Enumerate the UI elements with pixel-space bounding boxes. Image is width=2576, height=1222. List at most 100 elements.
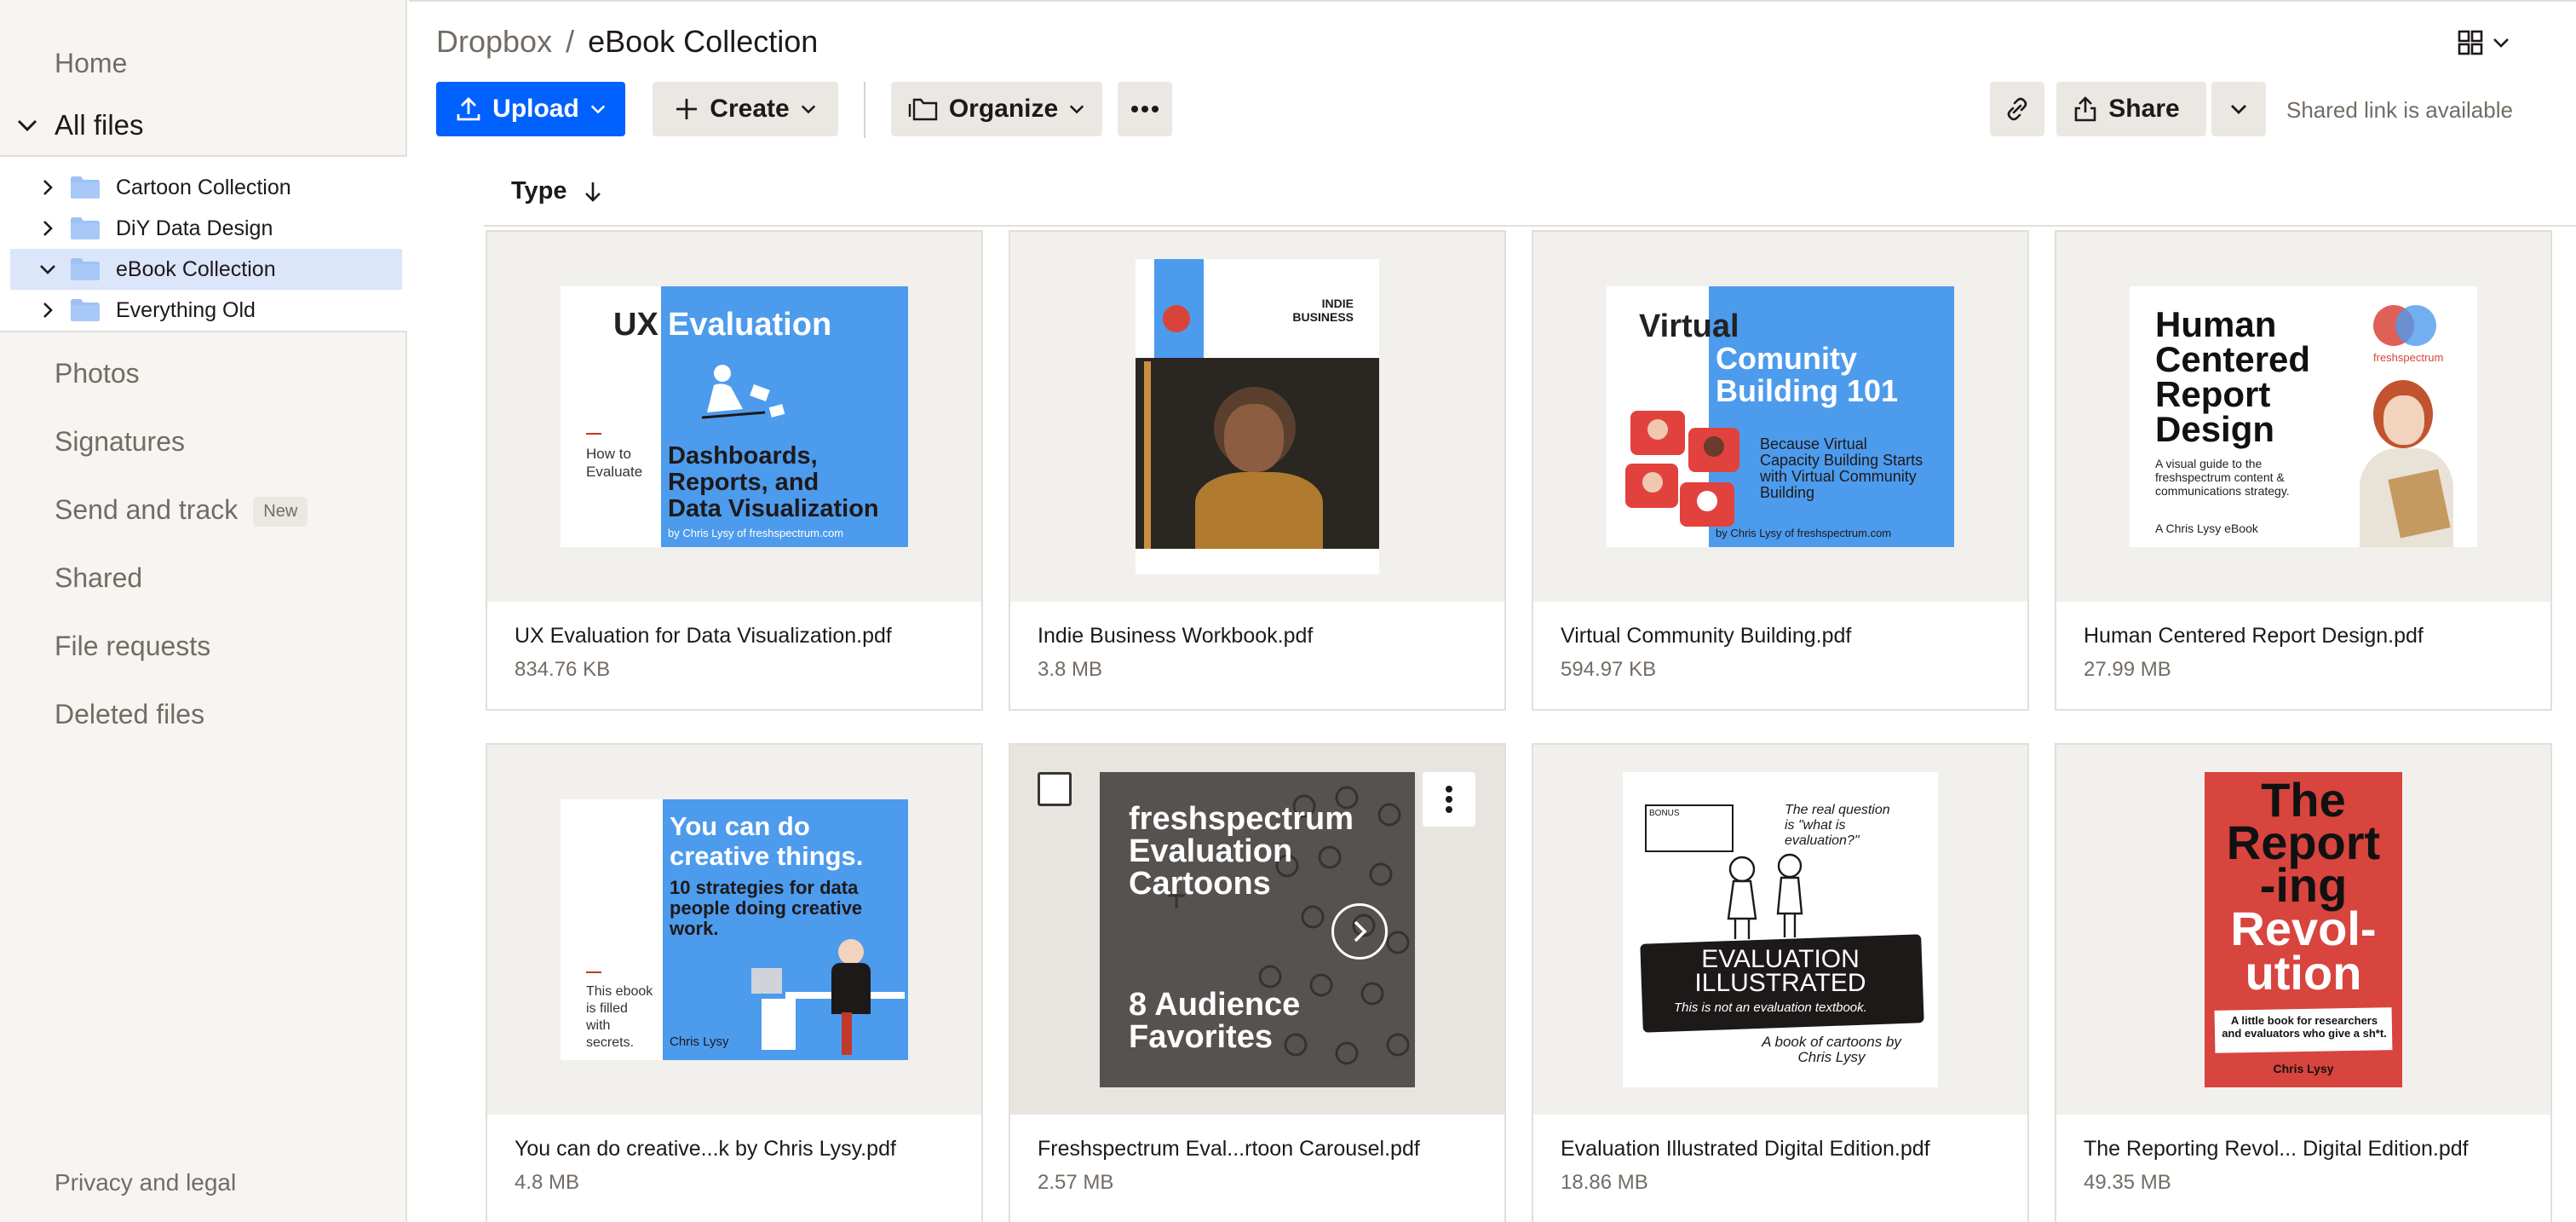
file-name[interactable]: The Reporting Revol... Digital Edition.p… xyxy=(2084,1137,2469,1161)
chevron-down-icon xyxy=(2493,38,2509,48)
creative-things-cover: You can do creative things. 10 strategie… xyxy=(561,799,908,1060)
nav-signatures[interactable]: Signatures xyxy=(55,426,185,458)
folder-icon xyxy=(71,217,100,239)
cartoon-carousel-cover: freshspectrum Evaluation Cartoons 8 Audien… xyxy=(1100,772,1415,1087)
upload-label: Upload xyxy=(492,95,579,123)
chevron-down-icon xyxy=(1070,105,1084,114)
chevron-right-icon[interactable] xyxy=(32,295,63,326)
file-thumbnail[interactable]: UX Evaluation Dashboards, Reports, and Dat… xyxy=(487,232,981,602)
file-thumbnail[interactable]: Human Centered Report Design A visual guide… xyxy=(2056,232,2550,602)
select-checkbox[interactable] xyxy=(1038,772,1072,806)
breadcrumb-root[interactable]: Dropbox xyxy=(436,24,552,60)
folder-icon xyxy=(71,299,100,321)
share-button[interactable]: Share xyxy=(2056,82,2206,136)
file-name[interactable]: You can do creative...k by Chris Lysy.pd… xyxy=(515,1137,896,1161)
nav-send-and-track[interactable]: Send and track New xyxy=(55,494,308,527)
tree-item-label: DiY Data Design xyxy=(116,216,273,240)
grid-view-icon xyxy=(2458,30,2483,55)
sidebar: Home All files Cartoon Collection DiY Da… xyxy=(0,0,407,1222)
nav-home[interactable]: Home xyxy=(55,48,127,79)
file-size: 2.57 MB xyxy=(1038,1171,1114,1194)
sort-divider xyxy=(484,225,2576,227)
folder-icon xyxy=(71,176,100,199)
file-card[interactable]: UX Evaluation Dashboards, Reports, and Dat… xyxy=(486,230,983,711)
file-size: 4.8 MB xyxy=(515,1171,580,1194)
file-size: 49.35 MB xyxy=(2084,1171,2171,1194)
file-size: 3.8 MB xyxy=(1038,658,1103,681)
file-more-button[interactable] xyxy=(1423,772,1475,827)
chevron-down-icon xyxy=(2231,105,2246,114)
organize-button[interactable]: Organize xyxy=(891,82,1102,136)
file-card[interactable]: The Report -ing Revol-ution A little book … xyxy=(2055,743,2552,1222)
file-name[interactable]: Human Centered Report Design.pdf xyxy=(2084,624,2424,648)
file-thumbnail[interactable]: BONUS The real question is "what is eval… xyxy=(1533,745,2027,1115)
file-thumbnail[interactable]: The Report -ing Revol-ution A little book … xyxy=(2056,745,2550,1115)
file-size: 27.99 MB xyxy=(2084,658,2171,681)
sort-by-type[interactable]: Type xyxy=(511,177,603,205)
chevron-down-icon[interactable] xyxy=(32,254,63,285)
arrow-down-icon xyxy=(584,182,601,202)
tree-item-cartoon-collection[interactable]: Cartoon Collection xyxy=(10,167,402,208)
view-toggle[interactable] xyxy=(2450,24,2518,61)
tree-item-everything-old[interactable]: Everything Old xyxy=(10,290,402,331)
file-card[interactable]: freshspectrum Evaluation Cartoons 8 Audien… xyxy=(1009,743,1506,1222)
nav-privacy-legal[interactable]: Privacy and legal xyxy=(55,1169,236,1196)
next-slide-icon xyxy=(1331,903,1388,960)
create-button[interactable]: Create xyxy=(653,82,838,136)
folder-icon xyxy=(71,258,100,280)
human-centered-cover: Human Centered Report Design A visual guide… xyxy=(2130,286,2477,547)
tree-item-label: Cartoon Collection xyxy=(116,175,291,199)
file-card[interactable]: Virtual Comunity Building 101 Because Vir… xyxy=(1532,230,2029,711)
file-thumbnail[interactable]: You can do creative things. 10 strategie… xyxy=(487,745,981,1115)
breadcrumb-separator: / xyxy=(566,24,575,59)
chevron-right-icon[interactable] xyxy=(32,213,63,244)
ux-evaluation-cover: UX Evaluation Dashboards, Reports, and Dat… xyxy=(561,286,908,547)
nav-file-requests[interactable]: File requests xyxy=(55,631,210,662)
nav-deleted-files[interactable]: Deleted files xyxy=(55,699,204,730)
top-border xyxy=(409,0,2576,2)
new-badge: New xyxy=(253,497,308,527)
file-card[interactable]: BONUS The real question is "what is eval… xyxy=(1532,743,2029,1222)
file-thumbnail[interactable]: INDIE BUSINESS xyxy=(1010,232,1504,602)
chevron-down-icon[interactable] xyxy=(14,112,41,139)
tree-item-ebook-collection[interactable]: eBook Collection xyxy=(10,249,402,290)
toolbar-divider xyxy=(864,82,865,138)
upload-icon xyxy=(457,97,480,121)
file-card[interactable]: INDIE BUSINESS Indie Business Workbook.pd… xyxy=(1009,230,1506,711)
folder-outline-icon xyxy=(908,98,938,121)
nav-send-and-track-label: Send and track xyxy=(55,494,239,525)
chevron-down-icon xyxy=(590,105,606,114)
chevron-right-icon[interactable] xyxy=(32,172,63,203)
file-name[interactable]: UX Evaluation for Data Visualization.pdf xyxy=(515,624,892,648)
file-name[interactable]: Freshspectrum Eval...rtoon Carousel.pdf xyxy=(1038,1137,1420,1161)
share-options-button[interactable] xyxy=(2211,82,2266,136)
plus-icon xyxy=(676,99,698,119)
chevron-down-icon xyxy=(801,105,815,114)
file-name[interactable]: Indie Business Workbook.pdf xyxy=(1038,624,1313,648)
file-card[interactable]: Human Centered Report Design A visual guide… xyxy=(2055,230,2552,711)
file-name[interactable]: Evaluation Illustrated Digital Edition.p… xyxy=(1561,1137,1930,1161)
create-label: Create xyxy=(710,95,790,123)
file-thumbnail[interactable]: Virtual Comunity Building 101 Because Vir… xyxy=(1533,232,2027,602)
nav-all-files[interactable]: All files xyxy=(14,109,144,141)
share-icon xyxy=(2074,96,2096,122)
more-vertical-icon xyxy=(1446,786,1452,813)
link-icon xyxy=(2007,97,2027,121)
copy-link-button[interactable] xyxy=(1990,82,2044,136)
file-name[interactable]: Virtual Community Building.pdf xyxy=(1561,624,1851,648)
folder-tree: Cartoon Collection DiY Data Design eBook… xyxy=(0,155,407,332)
tree-item-label: eBook Collection xyxy=(116,257,276,281)
upload-button[interactable]: Upload xyxy=(436,82,625,136)
cartoon-figures-icon xyxy=(1727,853,1803,939)
tree-item-diy-data-design[interactable]: DiY Data Design xyxy=(10,208,402,249)
shared-link-status: Shared link is available xyxy=(2286,97,2513,123)
organize-label: Organize xyxy=(948,95,1059,123)
indie-business-cover: INDIE BUSINESS xyxy=(1136,259,1379,574)
nav-photos[interactable]: Photos xyxy=(55,358,140,389)
sort-label: Type xyxy=(511,177,567,205)
more-actions-button[interactable] xyxy=(1118,82,1172,136)
breadcrumb: Dropbox / eBook Collection xyxy=(436,24,818,60)
file-card[interactable]: You can do creative things. 10 strategie… xyxy=(486,743,983,1222)
reporting-revolution-cover: The Report -ing Revol-ution A little book … xyxy=(2205,772,2402,1087)
nav-shared[interactable]: Shared xyxy=(55,562,142,594)
